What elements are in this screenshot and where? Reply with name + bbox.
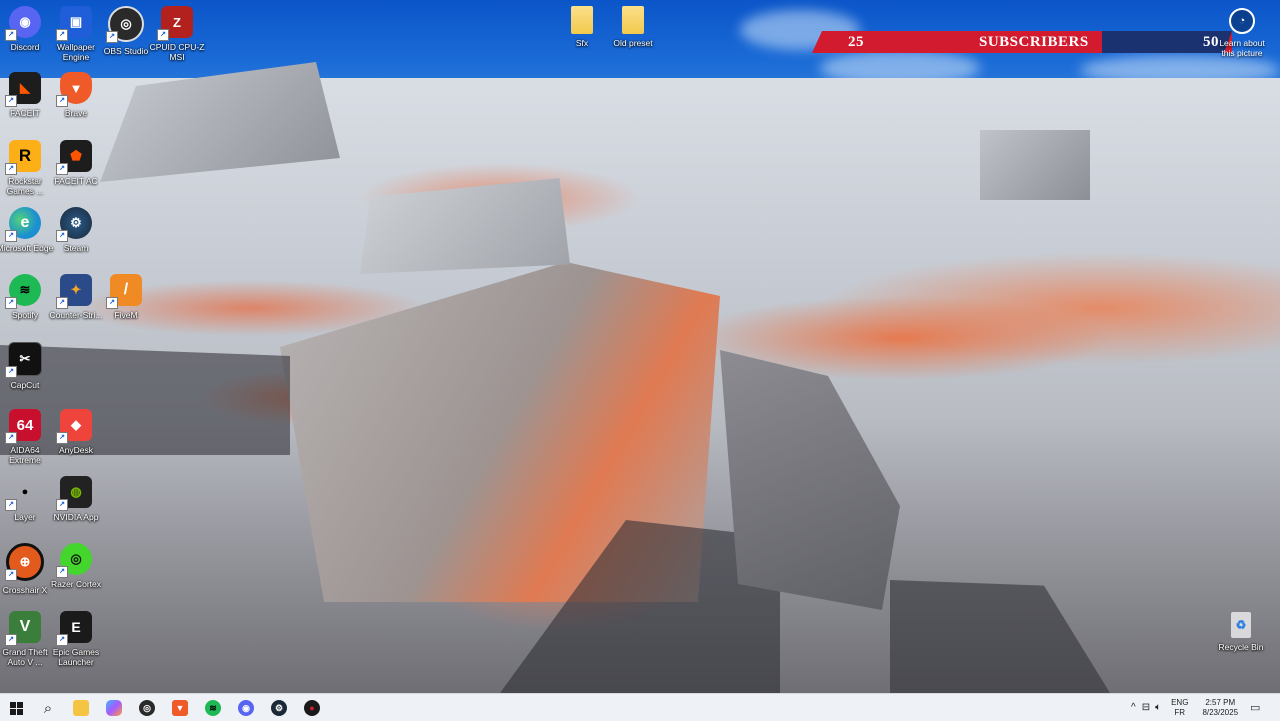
fivem-icon: / ↗ (106, 274, 142, 309)
learn-about-picture-button[interactable]: ◔ Learn about this picture (1212, 8, 1272, 58)
desktop-icon-anydesk[interactable]: ◆ ↗ AnyDesk (45, 409, 107, 455)
spotify-icon: ≋ (205, 700, 221, 716)
layer-icon: ● ↗ (5, 476, 41, 511)
steam-icon: ⚙ ↗ (56, 207, 92, 242)
capcut-icon: ✂ ↗ (5, 342, 42, 378)
desktop-icon-brave[interactable]: ▼ ↗ Brave (45, 72, 107, 118)
recycle-bin-icon: ♻ (1231, 612, 1251, 638)
subscriber-label: SUBSCRIBERS (979, 34, 1089, 50)
clock[interactable]: 2:57 PM 8/23/2025 (1202, 698, 1238, 718)
folder-icon (571, 6, 593, 34)
obs-studio-icon: ◎ ↗ (106, 6, 144, 43)
anydesk-icon: ◆ ↗ (56, 409, 92, 444)
system-tray: ^ ⊟ 🔈︎ ENG FR 2:57 PM 8/23/2025 ▭ (1131, 694, 1260, 721)
brave-icon: ▼ (172, 700, 188, 716)
subscriber-count: 25 (848, 34, 864, 50)
gta-v-icon: V ↗ (5, 611, 41, 646)
obs-studio-icon: ◎ (139, 700, 155, 716)
desktop-icon-label: Epic Games Launcher (52, 647, 100, 667)
taskbar-app-file-explorer[interactable] (70, 697, 92, 719)
taskbar-app-brave[interactable]: ▼ (169, 697, 191, 719)
taskbar-search-button[interactable]: ⌕ (37, 697, 59, 719)
taskbar-app-obs[interactable]: ◎ (136, 697, 158, 719)
desktop-icon-steam[interactable]: ⚙ ↗ Steam (45, 207, 107, 253)
record-icon: ● (304, 700, 320, 716)
search-icon: ⌕ (43, 699, 53, 717)
faceit-icon: ◣ ↗ (5, 72, 41, 107)
razer-cortex-icon: ◎ ↗ (56, 543, 92, 578)
clock-date: 8/23/2025 (1202, 707, 1239, 717)
taskbar-app-steam[interactable]: ⚙ (268, 697, 290, 719)
desktop-icon-label: Brave (64, 108, 88, 118)
desktop-icon-label: NVIDIA App (53, 512, 99, 522)
desktop-icon-label: CapCut (10, 380, 40, 390)
crosshair-x-icon: ⊕ ↗ (5, 543, 44, 581)
desktop-icon-recycle-bin[interactable]: ♻ Recycle Bin (1210, 612, 1272, 652)
desktop-icon-cpu-z[interactable]: Z ↗ CPUID CPU-Z MSI (146, 6, 208, 62)
nvidia-icon: ◍ ↗ (56, 476, 92, 511)
wallpaper-engine-icon: ▣ ↗ (56, 6, 92, 41)
language-indicator[interactable]: ENG FR (1171, 698, 1188, 718)
show-hidden-icons-chevron-up-icon[interactable]: ^ (1131, 702, 1136, 713)
windows-start-icon (9, 701, 23, 715)
taskbar: ⌕ ◎ ▼ ≋ ◉ ⚙ ● ^ ⊟ 🔈︎ ENG FR 2:57 PM 8/23… (0, 693, 1280, 721)
steam-icon: ⚙ (271, 700, 287, 716)
desktop-icon-label: FiveM (114, 310, 138, 320)
aida64-icon: 64 ↗ (5, 409, 41, 444)
file-explorer-icon (73, 700, 89, 716)
clock-time: 2:57 PM (1205, 697, 1236, 707)
desktop-icon-fivem[interactable]: / ↗ FiveM (95, 274, 157, 320)
learn-about-picture-label: Learn about this picture (1219, 38, 1265, 58)
start-button[interactable] (5, 697, 27, 719)
desktop-wallpaper (0, 0, 1280, 693)
network-icon[interactable]: ⊟ (1142, 702, 1150, 713)
camera-info-icon: ◔ (1229, 8, 1255, 34)
taskbar-app-discord[interactable]: ◉ (235, 697, 257, 719)
notification-bell-icon[interactable]: ▭ (1250, 701, 1260, 714)
desktop-icon-nvidia[interactable]: ◍ ↗ NVIDIA App (45, 476, 107, 522)
desktop-icon-label: AnyDesk (58, 445, 93, 455)
taskbar-app-recording[interactable]: ● (301, 697, 323, 719)
desktop-icon-label: Recycle Bin (1218, 642, 1264, 652)
desktop-icon-capcut[interactable]: ✂ ↗ CapCut (0, 342, 56, 390)
language-line2: FR (1174, 707, 1186, 717)
wallpaper-rock (980, 130, 1090, 200)
desktop-icon-label: Steam (63, 243, 89, 253)
counter-strike-icon: ✦ ↗ (56, 274, 92, 309)
desktop-icon-faceit-ac[interactable]: ⬟ ↗ FACEIT AC (45, 140, 107, 186)
discord-icon: ◉ (238, 700, 254, 716)
desktop-folder-old-preset[interactable]: Old preset (602, 6, 664, 48)
brave-icon: ▼ ↗ (56, 72, 92, 107)
desktop-icon-epic-games[interactable]: E ↗ Epic Games Launcher (45, 611, 107, 667)
desktop-icon-label: Old preset (613, 38, 653, 48)
rockstar-icon: R ↗ (5, 140, 41, 175)
edge-icon: e ↗ (5, 207, 41, 242)
language-line1: ENG (1171, 697, 1189, 707)
subscriber-goal-widget: 25 SUBSCRIBERS 50 (812, 31, 1232, 53)
speaker-volume-icon[interactable]: 🔈︎ (1155, 702, 1161, 713)
copilot-icon (106, 700, 122, 716)
folder-icon (622, 6, 644, 34)
faceit-ac-icon: ⬟ ↗ (56, 140, 92, 175)
epic-games-icon: E ↗ (56, 611, 92, 646)
taskbar-app-copilot[interactable] (103, 697, 125, 719)
spotify-icon: ≋ ↗ (5, 274, 41, 309)
discord-icon: ◉ ↗ (5, 6, 41, 41)
taskbar-app-spotify[interactable]: ≋ (202, 697, 224, 719)
desktop-icon-label: CPUID CPU-Z MSI (149, 42, 205, 62)
cpu-z-icon: Z ↗ (157, 6, 193, 41)
desktop-icon-razer-cortex[interactable]: ◎ ↗ Razer Cortex (45, 543, 107, 589)
desktop-icon-label: FACEIT AC (54, 176, 98, 186)
desktop-icon-label: Razer Cortex (50, 579, 102, 589)
